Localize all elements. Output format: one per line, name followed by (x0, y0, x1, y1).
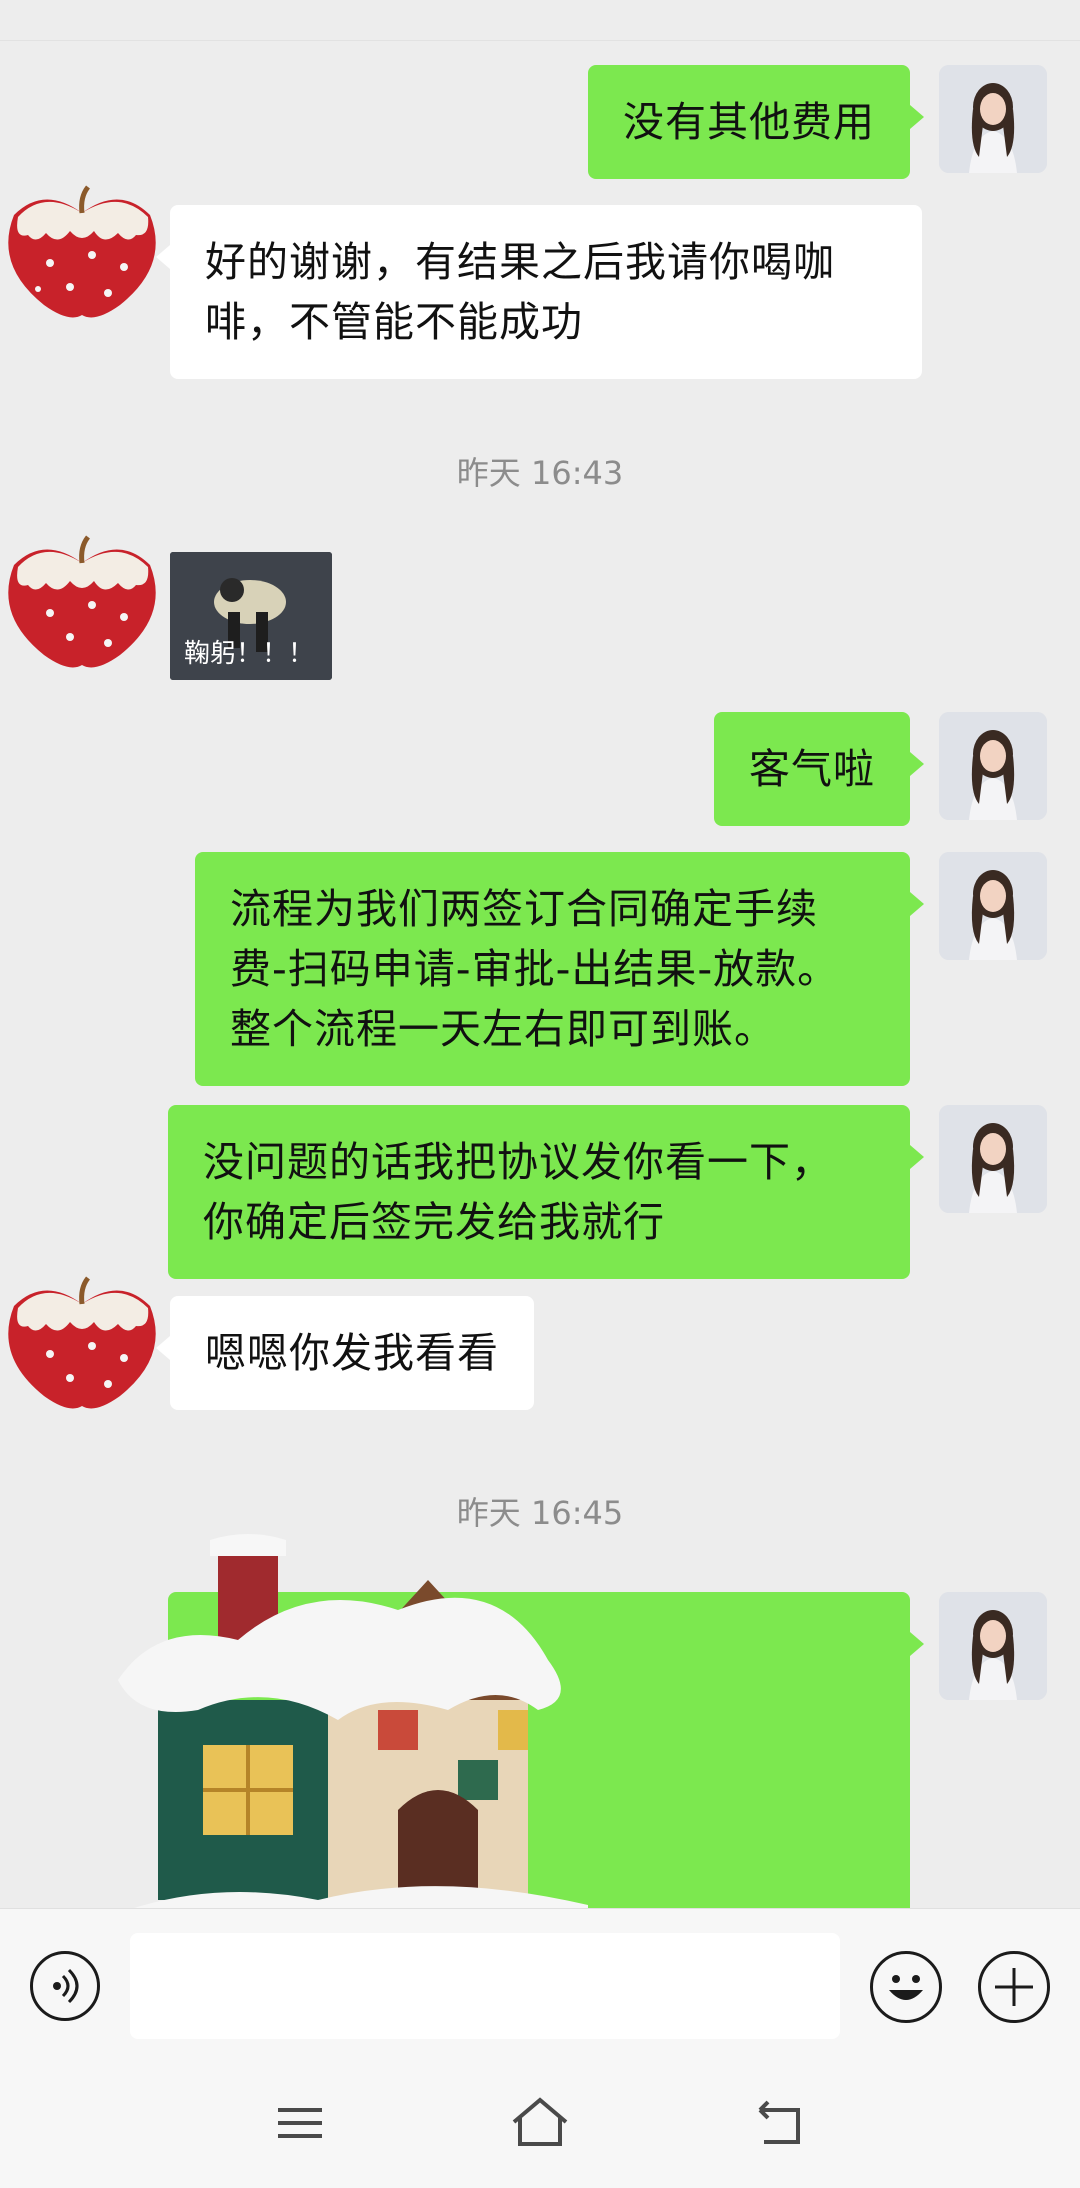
my-avatar[interactable] (939, 852, 1047, 960)
sticker-caption: 鞠躬！！！ (184, 639, 315, 669)
sticker-image[interactable]: 鞠躬！！！ (170, 552, 332, 680)
system-nav-bar (0, 2058, 1080, 2188)
gingerbread-house-sticker[interactable] (118, 1510, 638, 1908)
chat-area[interactable]: 没有其他费用 好的谢谢，有结果之后我请你喝咖 啡，不管能不能成功 昨天 16:4… (0, 40, 1080, 1908)
message-bubble-sent[interactable]: 流程为我们两签订合同确定手续 费-扫码申请-审批-出结果-放款。 整个流程一天左… (195, 852, 924, 1086)
voice-icon[interactable] (30, 1951, 100, 2021)
message-bubble-sent[interactable]: 没有其他费用 (588, 65, 924, 179)
contact-avatar-strawberry[interactable] (0, 525, 165, 675)
input-bar (0, 1908, 1080, 2059)
top-bar (0, 0, 1080, 41)
my-avatar[interactable] (939, 1105, 1047, 1213)
timestamp: 昨天 16:43 (456, 454, 624, 492)
message-bubble-received[interactable]: 好的谢谢，有结果之后我请你喝咖 啡，不管能不能成功 (156, 205, 922, 379)
my-avatar[interactable] (939, 1592, 1047, 1700)
menu-icon[interactable] (260, 2088, 340, 2158)
message-input[interactable] (130, 1933, 840, 2039)
message-bubble-sent[interactable]: 客气啦 (714, 712, 924, 826)
my-avatar[interactable] (939, 65, 1047, 173)
home-icon[interactable] (500, 2088, 580, 2158)
back-icon[interactable] (740, 2088, 820, 2158)
plus-icon[interactable] (978, 1951, 1050, 2023)
message-bubble-sent[interactable]: 没问题的话我把协议发你看一下， 你确定后签完发给我就行 (168, 1105, 924, 1279)
contact-avatar-strawberry[interactable] (0, 175, 165, 325)
emoji-icon[interactable] (870, 1951, 942, 2023)
contact-avatar-strawberry[interactable] (0, 1266, 165, 1416)
message-bubble-received[interactable]: 嗯嗯你发我看看 (156, 1296, 534, 1410)
my-avatar[interactable] (939, 712, 1047, 820)
